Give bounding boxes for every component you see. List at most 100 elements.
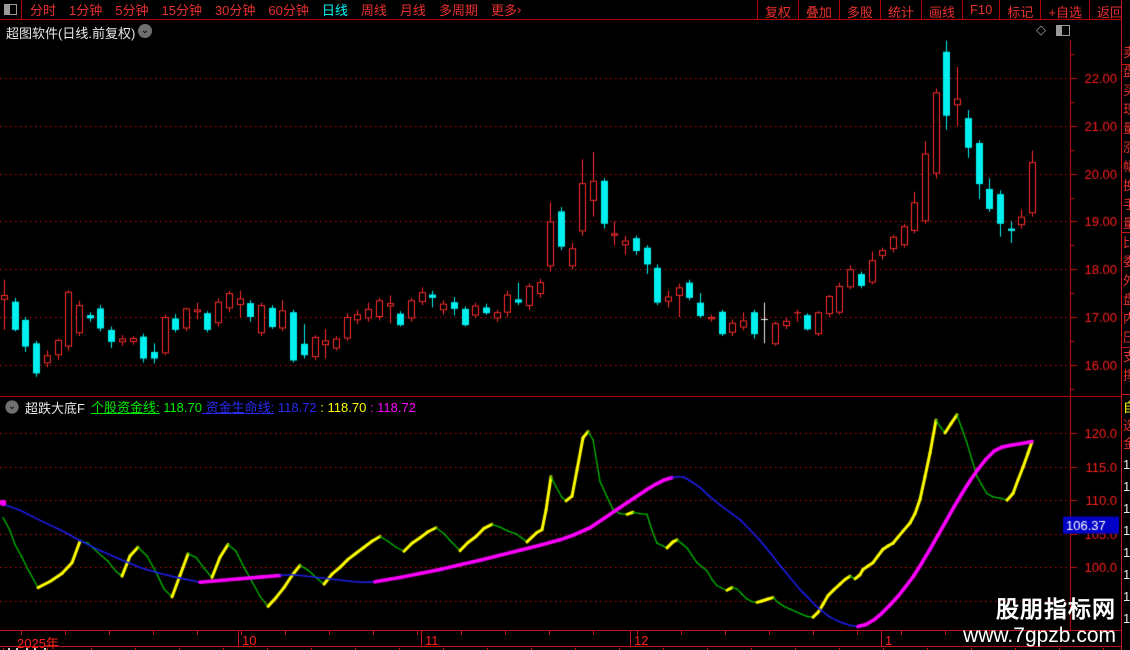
axis-month-label-2: 12: [634, 633, 649, 648]
layout-split-icon[interactable]: [0, 0, 22, 19]
week-tick: [945, 631, 946, 635]
watermark-site-name: 股朋指标网: [996, 596, 1116, 622]
week-tick: [461, 631, 462, 635]
period-tab-1[interactable]: 1分钟: [69, 0, 102, 19]
period-tab-0[interactable]: 分时: [30, 0, 56, 19]
period-tab-3[interactable]: 15分钟: [161, 0, 201, 19]
sidebar-separator: [1122, 347, 1130, 348]
week-tick: [637, 631, 638, 635]
period-tab-5[interactable]: 60分钟: [268, 0, 308, 19]
legend-value-3: 118.72: [373, 400, 416, 415]
month-divider: [238, 631, 239, 647]
clipped-glyph: 支: [1123, 350, 1130, 363]
week-tick: [329, 631, 330, 635]
month-divider: [881, 631, 882, 647]
chevron-down-icon[interactable]: ⌄: [5, 400, 19, 414]
main-candlestick-chart[interactable]: [0, 40, 1122, 397]
clipped-glyph: 比: [1123, 236, 1130, 249]
month-divider: [630, 631, 631, 647]
indicator-chart[interactable]: [0, 397, 1122, 630]
clipped-glyph: 内: [1123, 312, 1130, 325]
sidebar-separator: [1122, 394, 1130, 395]
period-tab-7[interactable]: 周线: [361, 0, 387, 19]
week-tick: [21, 631, 22, 635]
week-tick: [769, 631, 770, 635]
indicator-legend: 个股资金线: 118.70 资金生命线: 118.72 : 118.70 : 1…: [91, 397, 416, 417]
period-tab-6[interactable]: 日线: [322, 0, 348, 19]
week-tick: [857, 631, 858, 635]
indicator-name[interactable]: 超跌大底F: [25, 398, 85, 417]
week-tick: [109, 631, 110, 635]
period-tab-2[interactable]: 5分钟: [115, 0, 148, 19]
clipped-glyph: 盘: [1123, 65, 1130, 78]
clipped-glyph: 1: [1123, 611, 1130, 626]
toolbar-button-0[interactable]: 复权: [756, 0, 798, 20]
legend-value-0: 118.70: [159, 400, 202, 415]
legend-label-1[interactable]: 资金生命线:: [202, 400, 275, 415]
clipped-glyph: 外: [1123, 274, 1130, 287]
week-tick: [549, 631, 550, 635]
week-tick: [813, 631, 814, 635]
clipped-glyph: 幅: [1123, 160, 1130, 173]
toolbar-button-6[interactable]: 标记: [999, 0, 1040, 20]
week-tick: [417, 631, 418, 635]
clipped-glyph: 买: [1123, 84, 1130, 97]
period-tab-10[interactable]: 更多: [491, 0, 517, 19]
toolbar-button-3[interactable]: 统计: [879, 0, 921, 20]
sidebar-separator: [1122, 232, 1130, 233]
clipped-glyph: 压: [1123, 331, 1130, 344]
clipped-glyph: 1: [1123, 479, 1130, 494]
watermark: 股朋指标网 www.7gpzb.com: [963, 590, 1116, 648]
week-tick: [725, 631, 726, 635]
toolbar-button-4[interactable]: 画线: [920, 0, 962, 20]
clipped-glyph: 量: [1123, 122, 1130, 135]
clipped-glyph: 1: [1123, 501, 1130, 516]
watermark-url: www.7gpzb.com: [963, 624, 1116, 647]
panel-toggle-icon[interactable]: [1056, 25, 1070, 36]
period-tab-4[interactable]: 30分钟: [215, 0, 255, 19]
chevron-right-icon[interactable]: ›: [517, 2, 521, 17]
clipped-glyph: 金: [1123, 437, 1130, 450]
toolbar-button-2[interactable]: 多股: [838, 0, 880, 20]
week-tick: [241, 631, 242, 635]
indicator-header: ⌄ 超跌大底F 个股资金线: 118.70 资金生命线: 118.72 : 11…: [0, 397, 416, 417]
clipped-glyph: 委: [1123, 255, 1130, 268]
month-divider: [421, 631, 422, 647]
week-tick: [153, 631, 154, 635]
legend-value-1: 118.72: [274, 400, 317, 415]
week-tick: [65, 631, 66, 635]
clipped-glyph: 手: [1123, 198, 1130, 211]
legend-label-0[interactable]: 个股资金线:: [91, 400, 160, 415]
axis-month-label-0: 10: [242, 633, 257, 648]
sidebar-separator: [1122, 64, 1130, 65]
clipped-glyph: 量: [1123, 217, 1130, 230]
period-tab-8[interactable]: 月线: [400, 0, 426, 19]
week-tick: [593, 631, 594, 635]
clipped-side-panel: 卖盘买现量涨幅换手量比委外盘内压支撑自选金11111111: [1121, 0, 1130, 650]
week-tick: [285, 631, 286, 635]
week-tick: [681, 631, 682, 635]
clipped-glyph: 选: [1123, 419, 1130, 432]
diamond-icon[interactable]: ◇: [1036, 22, 1046, 38]
toolbar-button-5[interactable]: F10: [961, 0, 999, 20]
period-tab-9[interactable]: 多周期: [439, 0, 478, 19]
period-menu: 分时 1分钟 5分钟 15分钟 30分钟 60分钟 日线 周线 月线 多周期 更多: [22, 0, 517, 19]
legend-label-2: :: [316, 400, 324, 415]
axis-month-label-1: 11: [425, 633, 439, 648]
toolbar-button-7[interactable]: +自选: [1040, 0, 1089, 20]
clipped-glyph: 1: [1123, 567, 1130, 582]
clipped-glyph: 盘: [1123, 293, 1130, 306]
clipped-glyph: 1: [1123, 589, 1130, 604]
clipped-glyph: 撑: [1123, 369, 1130, 382]
chevron-down-icon[interactable]: ⌄: [138, 24, 152, 38]
clipped-glyph: 1: [1123, 545, 1130, 560]
date-axis: 2025年 10 11 12 1: [0, 630, 1122, 650]
toolbar-button-1[interactable]: 叠加: [797, 0, 839, 20]
axis-month-label-3: 1: [885, 633, 893, 648]
toolbar-right-buttons: 复权 叠加 多股 统计 画线 F10 标记 +自选 返回: [756, 0, 1130, 20]
week-tick: [197, 631, 198, 635]
legend-label-3: :: [366, 400, 374, 415]
clipped-glyph: 1: [1123, 523, 1130, 538]
title-bar: 超图软件(日线.前复权) ⌄ ◇: [0, 20, 1130, 41]
trading-app-window: 分时 1分钟 5分钟 15分钟 30分钟 60分钟 日线 周线 月线 多周期 更多 › 复权 叠加 多股…: [0, 0, 1130, 650]
